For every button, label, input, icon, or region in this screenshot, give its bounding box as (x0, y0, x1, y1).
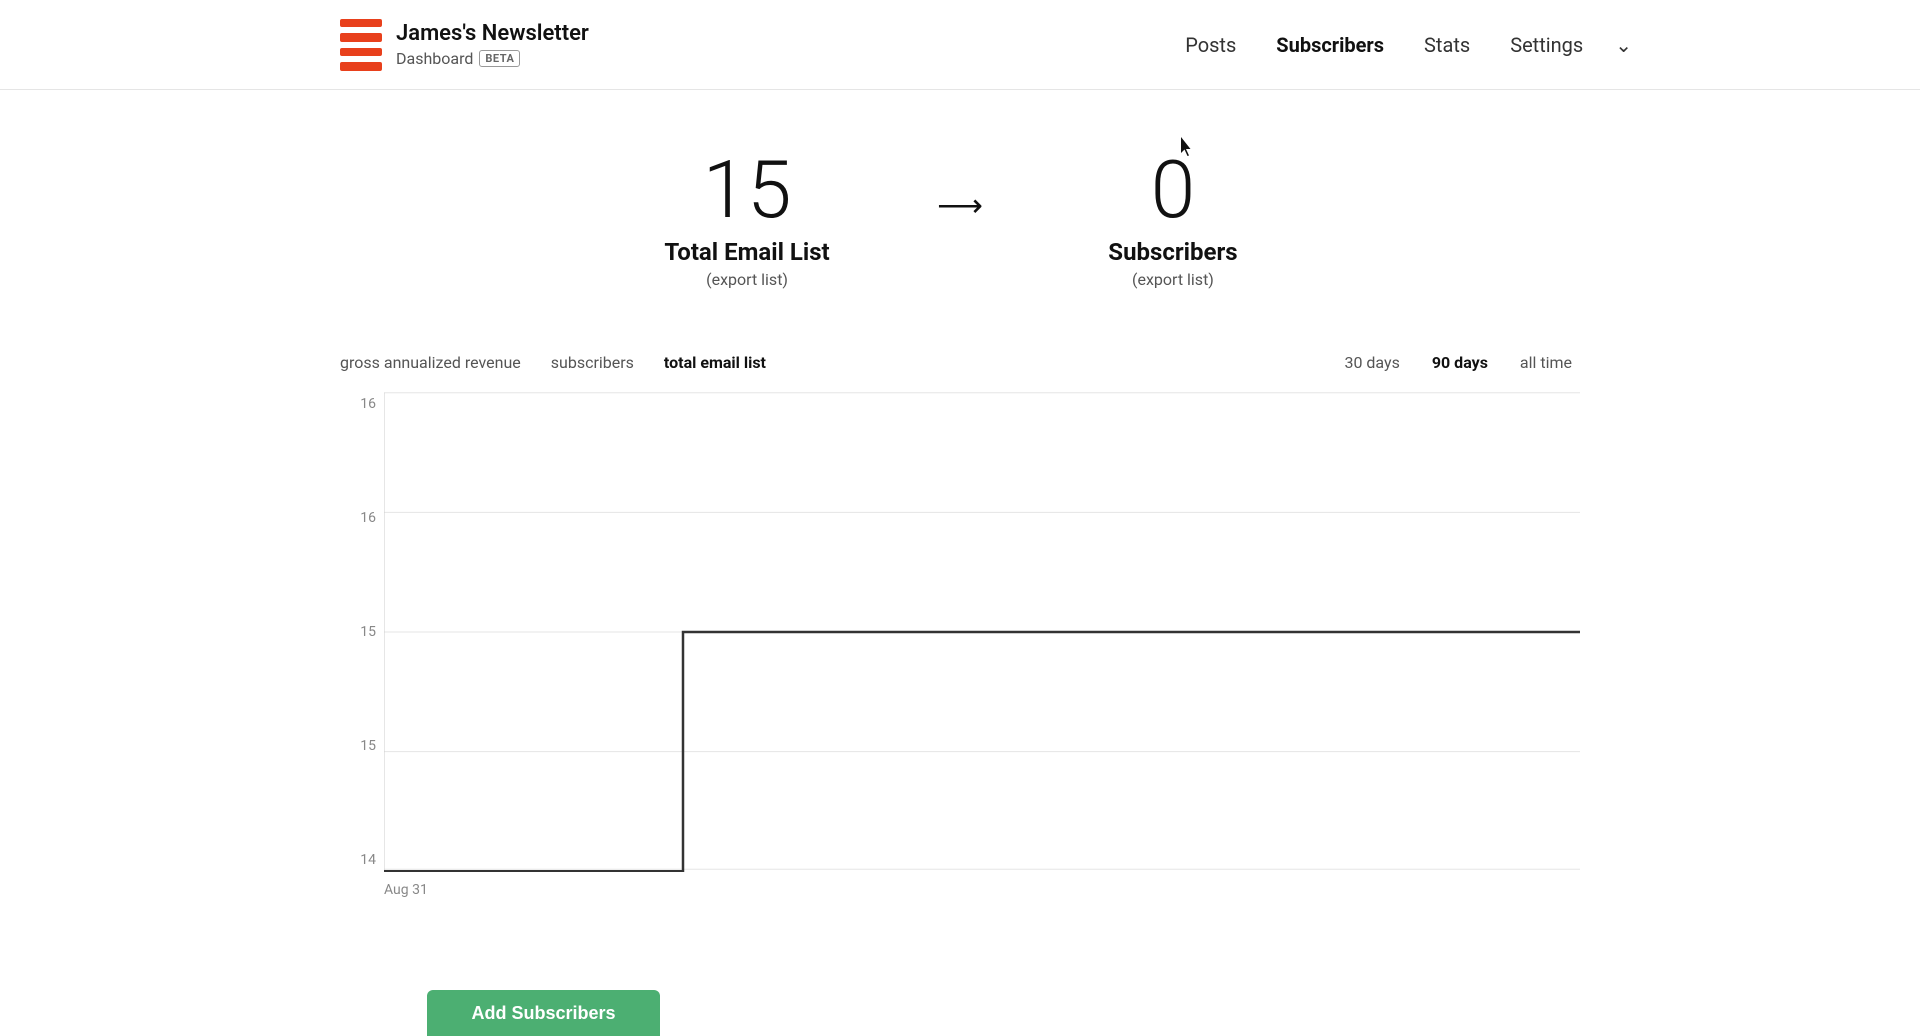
logo-icon (340, 19, 382, 71)
main-content: 15 Total Email List (export list) ⟶ 0 Su… (0, 90, 1920, 898)
subscribers-label: Subscribers (1043, 238, 1303, 266)
logo-bar-4 (340, 62, 382, 71)
arrow-connector-icon: ⟶ (937, 186, 983, 224)
total-email-list-number: 15 (617, 150, 877, 230)
time-filter-90days[interactable]: 90 days (1424, 349, 1496, 376)
total-email-list-export[interactable]: (export list) (617, 270, 877, 289)
time-filters: 30 days 90 days all time (1336, 349, 1580, 376)
brand-text: James's Newsletter Dashboard BETA (396, 21, 589, 68)
main-nav: Posts Subscribers Stats Settings ⌄ (1169, 25, 1640, 65)
chart-tab-revenue[interactable]: gross annualized revenue (340, 349, 521, 376)
y-axis: 16 16 15 15 14 (340, 392, 376, 872)
chart-tabs: gross annualized revenue subscribers tot… (340, 349, 766, 376)
time-filter-alltime[interactable]: all time (1512, 349, 1580, 376)
y-label-14: 14 (341, 852, 376, 868)
subscribers-export[interactable]: (export list) (1043, 270, 1303, 289)
logo-bar-2 (340, 33, 382, 42)
add-subscribers-button[interactable]: Add Subscribers (427, 990, 660, 1036)
beta-badge: BETA (479, 50, 520, 67)
x-label-aug31: Aug 31 (384, 882, 428, 898)
dashboard-label: Dashboard (396, 49, 473, 68)
subscribers-number: 0 (1043, 150, 1303, 230)
stats-row: 15 Total Email List (export list) ⟶ 0 Su… (340, 150, 1580, 289)
chart-tab-total-email-list[interactable]: total email list (664, 349, 766, 376)
brand-name: James's Newsletter (396, 21, 589, 47)
stat-total-email-list: 15 Total Email List (export list) (617, 150, 877, 289)
nav-stats[interactable]: Stats (1408, 25, 1486, 65)
stat-subscribers: 0 Subscribers (export list) (1043, 150, 1303, 289)
nav-subscribers[interactable]: Subscribers (1260, 25, 1400, 65)
logo-bar-1 (340, 19, 382, 28)
time-filter-30days[interactable]: 30 days (1336, 349, 1407, 376)
chart-svg (384, 392, 1580, 872)
y-label-15a: 15 (341, 624, 376, 640)
chart-tab-subscribers[interactable]: subscribers (551, 349, 634, 376)
total-email-list-label: Total Email List (617, 238, 877, 266)
chart-controls: gross annualized revenue subscribers tot… (340, 349, 1580, 376)
y-label-16a: 16 (341, 396, 376, 412)
nav-posts[interactable]: Posts (1169, 25, 1252, 65)
y-label-15b: 15 (341, 738, 376, 754)
header: James's Newsletter Dashboard BETA Posts … (0, 0, 1920, 90)
nav-settings[interactable]: Settings (1494, 25, 1599, 65)
nav-chevron-icon[interactable]: ⌄ (1607, 25, 1640, 65)
logo-bar-3 (340, 48, 382, 57)
brand-sub: Dashboard BETA (396, 49, 589, 68)
logo-area: James's Newsletter Dashboard BETA (340, 19, 589, 71)
x-axis: Aug 31 (384, 876, 1580, 898)
chart-svg-container: Aug 31 (384, 392, 1580, 898)
chart-container: 16 16 15 15 14 Aug 31 (340, 392, 1580, 898)
y-label-16b: 16 (341, 510, 376, 526)
